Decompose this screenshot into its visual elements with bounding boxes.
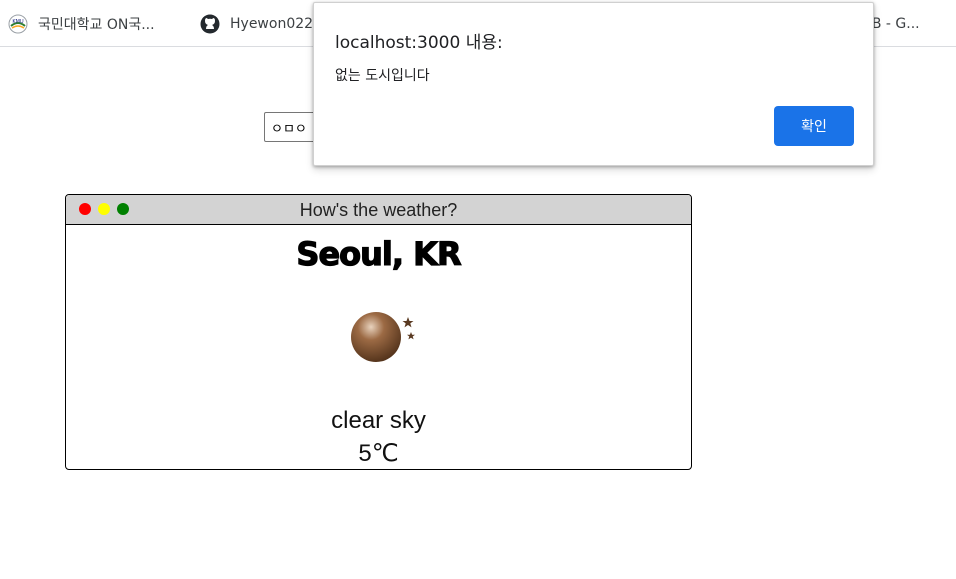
city-name: Seoul, KR [296, 234, 462, 273]
github-icon [200, 14, 220, 34]
bookmark-kmu[interactable]: KMU 국민대학교 ON국... [8, 14, 155, 34]
bookmark-github[interactable]: Hyewon0223 [200, 14, 322, 34]
window-titlebar: How's the weather? [66, 195, 691, 225]
clear-night-moon-icon [342, 307, 422, 367]
window-title: How's the weather? [299, 200, 458, 220]
alert-title: localhost:3000 내용: [335, 33, 503, 53]
bookmark-label: 국민대학교 ON국... [38, 17, 155, 33]
svg-text:KMU: KMU [12, 19, 24, 25]
bookmark-label: Hyewon0223 [230, 16, 322, 32]
alert-dialog: localhost:3000 내용: 없는 도시입니다 확인 [313, 2, 874, 166]
kmu-logo-icon: KMU [8, 14, 28, 34]
weather-description: clear sky [331, 407, 426, 434]
ok-button[interactable]: 확인 [774, 106, 854, 146]
temperature: 5℃ [358, 440, 399, 467]
alert-message: 없는 도시입니다 [335, 68, 430, 84]
weather-window: How's the weather? Seoul, KR clear sky 5… [65, 194, 692, 470]
